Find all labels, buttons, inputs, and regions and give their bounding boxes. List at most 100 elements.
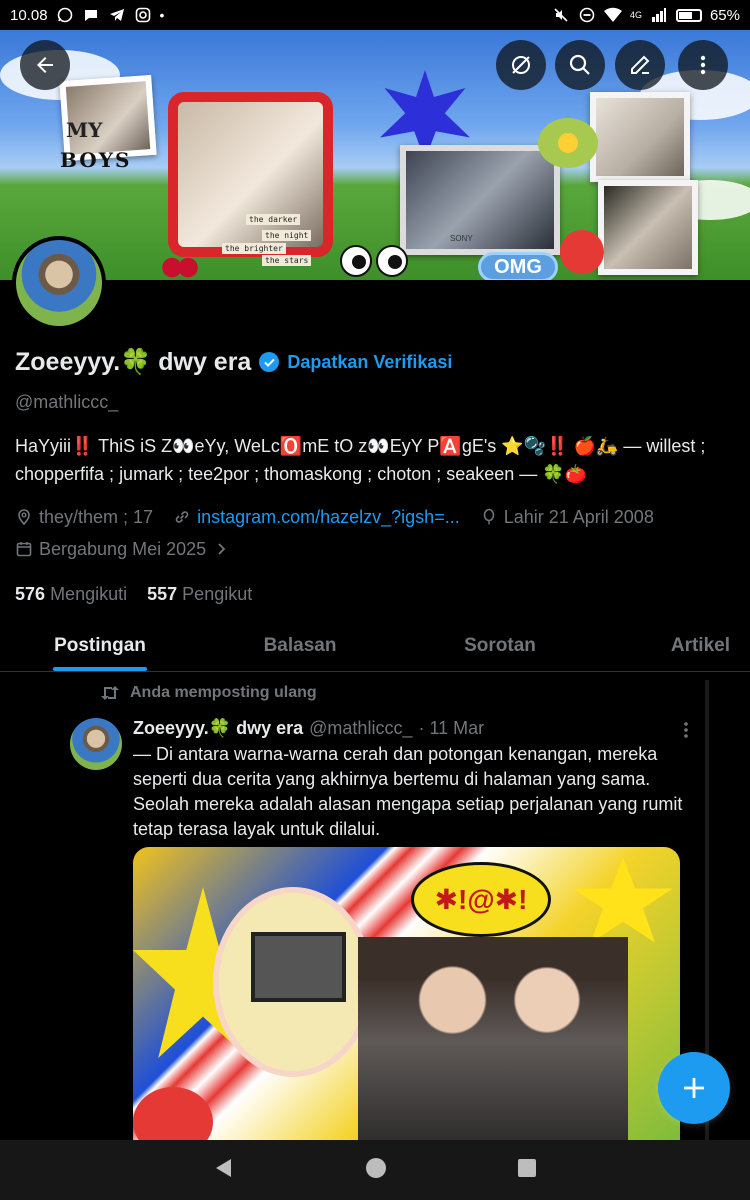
post-media-image[interactable]: ✱!@✱!: [133, 847, 680, 1147]
mute-icon: [552, 6, 570, 24]
repost-indicator: Anda memposting ulang: [100, 684, 317, 702]
post-date[interactable]: · 11 Mar: [418, 718, 484, 739]
banner-flower: [538, 118, 598, 168]
birth-text: Lahir 21 April 2008: [503, 506, 654, 527]
joined-item[interactable]: Bergabung Mei 2025: [15, 539, 230, 560]
tab-balasan[interactable]: Balasan: [200, 620, 400, 671]
pronouns-text: they/them ; 17: [39, 506, 154, 527]
battery-icon: [675, 8, 702, 22]
edit-icon: [631, 55, 650, 74]
media-device-screen: [251, 932, 346, 1002]
tab-artikel[interactable]: Artikel: [600, 620, 750, 671]
get-verified-link[interactable]: Dapatkan Verifikasi: [287, 352, 452, 373]
signal-icon: [650, 6, 668, 24]
network-type: 4G: [629, 10, 642, 20]
banner-apple-sticker: [560, 230, 604, 274]
link-icon: [175, 511, 189, 523]
post-text: — Di antara warna-warna cerah dan potong…: [133, 744, 683, 839]
repost-icon: [101, 686, 119, 700]
calendar-icon: [16, 542, 32, 557]
repost-label: Anda memposting ulang: [130, 684, 317, 701]
name-row: Zoeeyyy.🍀 dwy era Dapatkan Verifikasi: [15, 340, 735, 384]
nav-back-icon: [216, 1158, 231, 1177]
post-header: Zoeeyyy.🍀 dwy era @mathliccc_ · 11 Mar: [133, 718, 484, 739]
nav-home-icon: [366, 1157, 386, 1178]
verified-badge-icon[interactable]: [259, 352, 280, 372]
more-icon: [700, 55, 706, 75]
nav-recents-button[interactable]: [517, 1158, 537, 1183]
battery-percent: 65%: [709, 6, 740, 24]
banner-text-boys: BOYS: [60, 148, 132, 172]
banner-caption-2: the night: [262, 230, 312, 241]
profile-meta-row: they/them ; 17 instagram.com/hazelzv_?ig…: [15, 502, 735, 532]
website-link[interactable]: instagram.com/hazelzv_?igsh=...: [197, 507, 460, 528]
back-button[interactable]: [20, 40, 70, 90]
banner-caption-4: the stars: [262, 255, 312, 266]
joined-text: Bergabung Mei 2025: [39, 538, 207, 559]
joined-row: Bergabung Mei 2025: [15, 534, 735, 564]
media-speech-bubble: ✱!@✱!: [411, 862, 551, 937]
banner-caption-1: the darker: [246, 214, 301, 225]
chevron-right-icon: [218, 543, 226, 555]
post-author-name[interactable]: Zoeeyyy.🍀 dwy era: [133, 718, 303, 739]
post-more-button[interactable]: [674, 718, 698, 742]
media-photo: [358, 937, 628, 1147]
profile-avatar[interactable]: [12, 236, 106, 330]
wifi-icon: [603, 6, 622, 24]
more-vertical-icon: [684, 722, 688, 738]
banner-caption-3: the brighter: [222, 243, 286, 254]
followers-label: Pengikut: [182, 584, 253, 604]
system-nav-bar: [0, 1140, 750, 1200]
status-bar: 10.08 • 4G 65%: [0, 0, 750, 30]
banner-photo-right-bottom: [598, 180, 698, 275]
location-icon: [18, 509, 30, 526]
compose-button[interactable]: [658, 1052, 730, 1124]
website-item[interactable]: instagram.com/hazelzv_?igsh=...: [173, 507, 460, 528]
more-button[interactable]: [678, 40, 728, 90]
nav-back-button[interactable]: [213, 1157, 235, 1184]
banner-omg-sticker: OMG: [478, 252, 558, 280]
search-icon: [569, 54, 590, 75]
post-author-handle[interactable]: @mathliccc_: [309, 718, 412, 739]
edit-button[interactable]: [615, 40, 665, 90]
followers-count: 557: [147, 584, 178, 604]
status-time: 10.08: [10, 6, 48, 24]
post-author-avatar[interactable]: [70, 718, 122, 770]
banner-camera-brand: SONY: [450, 234, 473, 243]
balloon-icon: [483, 508, 495, 525]
dnd-icon: [578, 6, 596, 24]
instagram-icon: [134, 6, 152, 24]
profile-banner[interactable]: MY BOYS the darker the night the brighte…: [0, 30, 750, 280]
banner-camera-photo: [400, 145, 560, 255]
media-tomato-sticker: [133, 1087, 213, 1147]
followers-link[interactable]: 557 Pengikut: [147, 584, 252, 605]
banner-cherries: [160, 252, 200, 278]
spaces-button[interactable]: [496, 40, 546, 90]
profile-handle: @mathliccc_: [15, 392, 119, 412]
media-yellow-star: [573, 857, 673, 943]
nav-recents-icon: [518, 1158, 536, 1177]
tab-postingan[interactable]: Postingan: [0, 620, 200, 671]
profile-bio: HaYyiii‼️ ThiS iS Z👀eYy, WeLc🅾️mE tO z👀E…: [15, 436, 706, 484]
banner-text-my: MY: [66, 118, 103, 142]
following-link[interactable]: 576 Mengikuti: [15, 584, 127, 605]
telegram-icon: [108, 6, 126, 24]
search-button[interactable]: [555, 40, 605, 90]
dot-icon: •: [159, 7, 165, 23]
pronouns-item: they/them ; 17: [15, 507, 153, 528]
profile-name: Zoeeyyy.🍀 dwy era: [15, 347, 252, 376]
plus-icon: [684, 1078, 704, 1098]
profile-info: Zoeeyyy.🍀 dwy era Dapatkan Verifikasi @m…: [15, 340, 735, 605]
following-label: Mengikuti: [50, 584, 128, 604]
profile-tabs: Postingan Balasan Sorotan Artikel: [0, 620, 750, 672]
follow-stats: 576 Mengikuti 557 Pengikut: [15, 584, 735, 605]
back-arrow-icon: [37, 57, 53, 73]
chat-icon: [82, 6, 100, 24]
birth-item: Lahir 21 April 2008: [480, 507, 654, 528]
banner-eyes: [340, 245, 410, 279]
tab-sorotan[interactable]: Sorotan: [400, 620, 600, 671]
whatsapp-icon: [56, 6, 74, 24]
spaces-icon: [512, 56, 530, 74]
banner-photo-right-top: [590, 92, 690, 182]
nav-home-button[interactable]: [365, 1157, 387, 1184]
